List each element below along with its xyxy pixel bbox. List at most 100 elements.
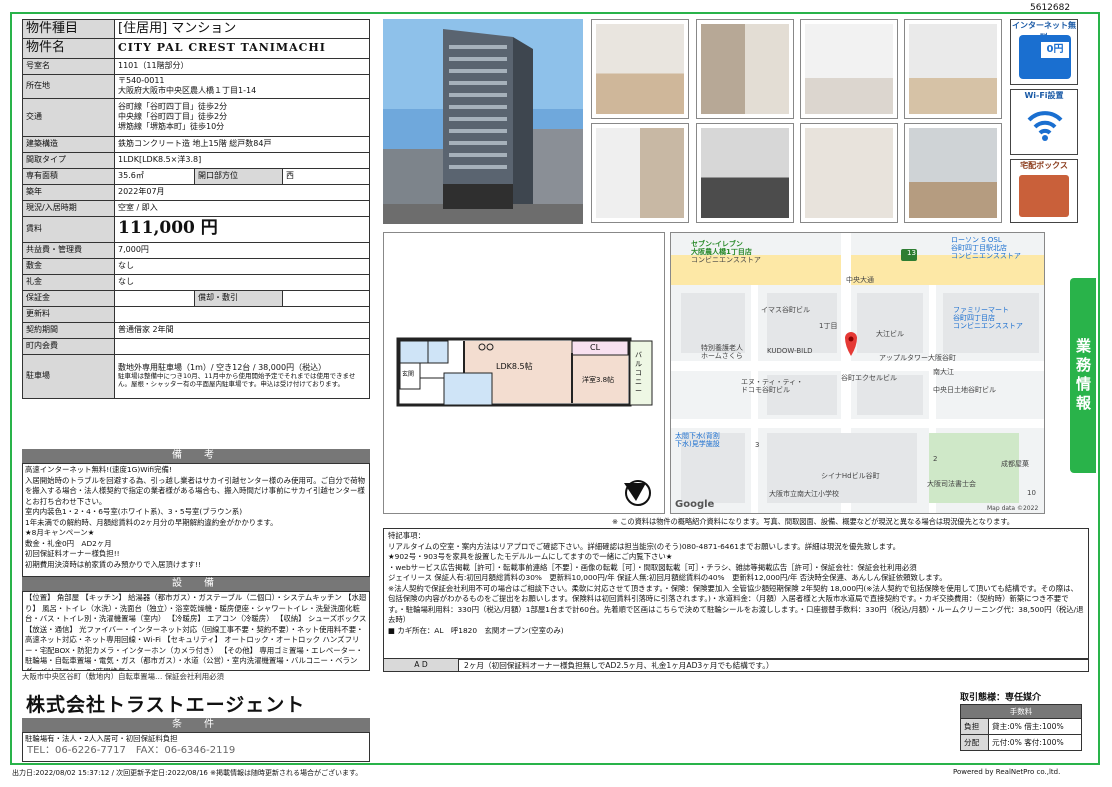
property-row: 共益費・管理費 7,000円 [22,241,370,259]
photo-kitchen [800,19,898,119]
property-row: 町内会費 [22,337,370,355]
property-row: 物件名 CITY PAL CREST TANIMACHI [22,38,370,59]
photo-washroom [696,123,794,223]
note-line: 特記事項： [388,531,425,540]
property-value-line: 駐車場は整備中につき10月、11月中から使用開始予定でそれまでは使用できません。… [118,372,356,388]
map-label: 下水)見学施設 [675,440,720,448]
map-label: 1丁目 [819,322,838,330]
map-label: 大江ビル [876,330,904,338]
ad-value: 2ヶ月（初回保証料オーナー様負担無しでAD2.5ヶ月、礼金1ヶ月AD3ヶ月でも結… [464,661,774,670]
floorplan-ldk: LDK8.5帖 [496,362,533,371]
facilities-title: 設 備 [22,577,370,591]
building-photo [383,19,583,224]
map-label: 谷町エクセルビル [841,374,897,382]
property-value: 35.6㎡ [114,167,195,185]
property-label: 賃料 [22,215,115,243]
wifi-icon [1027,111,1063,141]
property-sub-value: 西 [282,167,370,185]
property-value-text: 鉄筋コンクリート造 地上15階 総戸数84戸 [118,139,272,148]
side-label-business-info: 業務情報 [1070,278,1096,473]
delivery-box-icon [1019,175,1069,217]
map-label: ホームさくら [701,352,743,360]
delivery-box-badge: 宅配ボックス [1010,159,1078,223]
photo-room-wall [696,19,794,119]
property-row: 建築構造 鉄筋コンクリート造 地上15階 総戸数84戸 [22,135,370,153]
remarks-line: 敷金・礼金0円 AD2ヶ月 [25,538,112,548]
property-row: 号室名 1101（11階部分） [22,57,370,75]
property-row: 賃料 111,000 円 [22,215,370,243]
transaction-type: 取引態様：専任媒介 [960,693,1042,703]
property-value [114,337,370,355]
fee-row-value: 貸主:0% 借主:100% [988,718,1082,735]
note-line: ★902号・903号を家具を設置したモデルルームにしてますので一緒にご内覧下さい… [388,552,673,562]
property-value: 鉄筋コンクリート造 地上15階 総戸数84戸 [114,135,370,153]
property-value-text: 7,000円 [118,245,149,254]
property-value [114,289,195,307]
wifi-label: Wi-Fi設置 [1024,91,1064,100]
property-label: 号室名 [22,57,115,75]
photo-entrance [591,123,689,223]
property-value-text: 1LDK[LDK8.5×洋3.8] [118,155,202,164]
property-row: 駐車場 敷地外専用駐車場（1m）/ 空き12台 / 38,000円（税込） 駐車場は… [22,353,370,399]
map-label: Google [675,499,715,510]
property-label: 間取タイプ [22,151,115,169]
map-label: シイナHdビル谷町 [821,472,880,480]
property-label: 建築構造 [22,135,115,153]
property-value-line: 〒540-0011 [118,76,165,85]
footer-powered-by: Powered by RealNetPro co.,ltd. [953,768,1061,776]
property-row: 契約期間 普通借家 2年間 [22,321,370,339]
internet-fee: 0円 [1041,42,1069,58]
map-label: 大阪司法書士会 [927,480,976,488]
map-label: KUDOW-BILD [767,347,813,355]
property-value-text: 空室 / 即入 [118,203,158,212]
property-row: 所在地 〒540-0011 大阪府大阪市中央区農人橋１丁目1-14 [22,73,370,99]
property-label: 契約期間 [22,321,115,339]
fee-table: 手数料 負担 貸主:0% 借主:100% 分配 元付:0% 客付:100% [960,704,1082,751]
property-value: 〒540-0011 大阪府大阪市中央区農人橋１丁目1-14 [114,73,370,99]
remarks-section: 備 考 高速インターネット無料!(速度1G)Wifi完備! 入居開始時のトラブルを… [22,449,370,577]
remarks-line: 初期費用決済時は前家賃のみ預かりで入居頂けます!! [25,559,201,569]
remarks-line: 初回保証料オーナー様負担!! [25,549,120,559]
map-label: コンビニエンスストア [953,322,1023,330]
map-disclaimer: ※ この資料は物件の概略紹介資料になります。写真、間取図面、設備、概要などが現況… [612,517,1014,526]
map-route-number: 13 [907,249,916,257]
property-value: 空室 / 即入 [114,199,370,217]
property-label: 更新料 [22,305,115,323]
floorplan-balcony: バルコニー [635,351,642,395]
property-value-line: 大阪府大阪市中央区農人橋１丁目1-14 [118,86,257,95]
property-row: 築年 2022年07月 [22,183,370,201]
conditions-title: 条 件 [22,718,370,732]
property-value-text: CITY PAL CREST TANIMACHI [118,41,326,55]
property-value: 敷地外専用駐車場（1m）/ 空き12台 / 38,000円（税込） 駐車場は整備中… [114,353,370,399]
property-label: 所在地 [22,73,115,99]
remarks-line: 入居開始時のトラブルを回避する為、引っ越し業者はサカイ引越センター様のみ使用可。… [25,475,365,506]
property-row: 現況/入居時期 空室 / 即入 [22,199,370,217]
map-label: アップルタワー大阪谷町 [879,354,956,362]
property-value: 普通借家 2年間 [114,321,370,339]
property-row: 礼金 なし [22,273,370,291]
property-value: 7,000円 [114,241,370,259]
property-value-line: 谷町線「谷町四丁目」徒歩2分 [118,102,228,111]
property-label: 敷金 [22,257,115,275]
property-label: 専有面積 [22,167,115,185]
property-value: [住居用] マンション [114,18,370,40]
floorplan-drawing [396,337,653,506]
property-value-text: 111,000 円 [118,218,218,239]
ad-label: A D [384,659,459,671]
property-table: 物件種目 [住居用] マンション 物件名 CITY PAL CREST TANIMAC… [22,18,370,399]
map-label: 中央大通 [846,276,874,284]
property-row: 物件種目 [住居用] マンション [22,18,370,40]
map-label: 南大江 [933,368,954,376]
property-sub-label: 開口部方位 [194,167,283,185]
property-label: 交通 [22,97,115,137]
property-value: なし [114,273,370,291]
wifi-badge: Wi-Fi設置 [1010,89,1078,155]
internet-free-badge: インターネット無料 0円 [1010,19,1078,85]
fee-row-label: 負担 [960,718,989,735]
map-label: 中央日土地谷町ビル [933,386,996,394]
facilities-body: 【位置】 角部屋 【キッチン】 給湯器（都市ガス）・ガステーブル（二個口）・シス… [22,591,370,671]
property-row: 保証金 償却・敷引 [22,289,370,307]
photo-bedroom [904,19,1002,119]
property-label: 物件名 [22,38,115,59]
property-label: 築年 [22,183,115,201]
